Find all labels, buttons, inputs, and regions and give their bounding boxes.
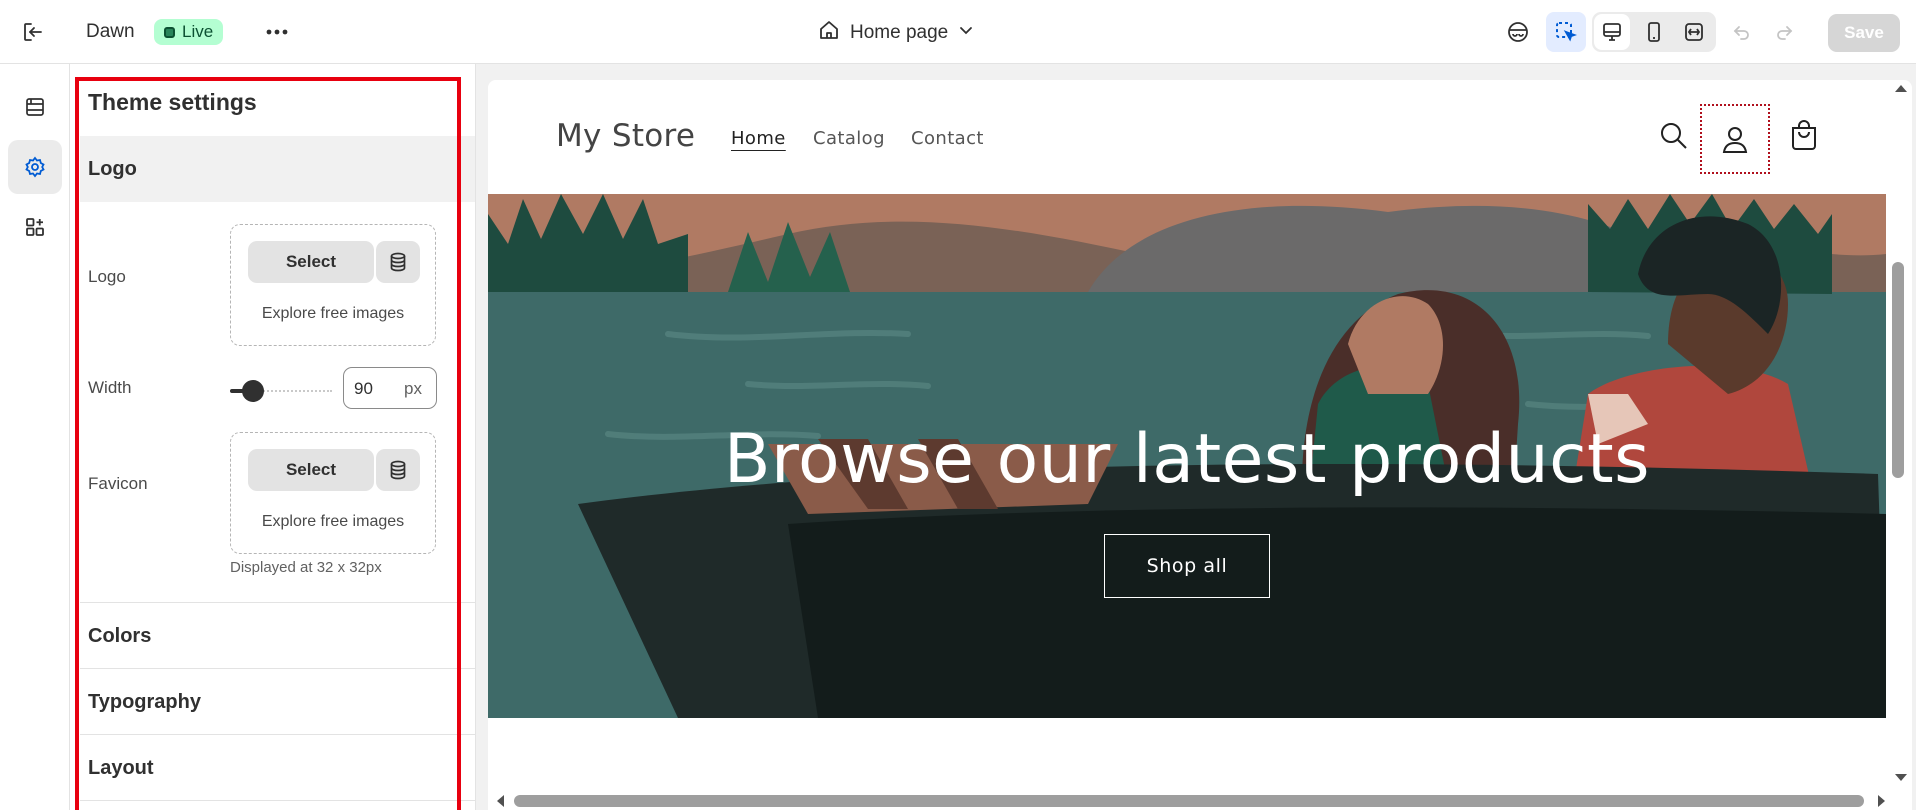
favicon-size-hint: Displayed at 32 x 32px	[230, 559, 382, 576]
storefront-preview: My Store Home Catalog Contact Browse our…	[488, 80, 1912, 810]
width-field-label: Width	[88, 378, 132, 397]
section-typography-label: Typography	[88, 690, 201, 713]
apps-icon[interactable]	[8, 200, 62, 254]
search-icon[interactable]	[1654, 116, 1694, 156]
favicon-picker: Select Explore free images	[230, 432, 436, 554]
editor-topbar: Dawn Live Home page Save	[0, 0, 1916, 64]
mobile-icon[interactable]	[1636, 14, 1672, 50]
section-typography[interactable]: Typography	[80, 669, 475, 735]
nav-catalog[interactable]: Catalog	[813, 128, 885, 149]
width-input-unit: px	[404, 379, 422, 398]
theme-name: Dawn	[86, 21, 135, 42]
theme-settings-panel: Theme settings Logo Logo Select Explore …	[70, 64, 476, 810]
store-header: My Store Home Catalog Contact	[488, 80, 1886, 194]
database-icon[interactable]	[376, 241, 420, 283]
redo-icon[interactable]	[1764, 12, 1804, 52]
undo-icon[interactable]	[1722, 12, 1762, 52]
section-layout-label: Layout	[88, 756, 154, 779]
fullscreen-icon[interactable]	[1676, 14, 1712, 50]
account-icon-highlight[interactable]	[1700, 104, 1770, 174]
page-selector[interactable]: Home page	[818, 19, 974, 47]
editor-rail	[0, 64, 70, 810]
width-slider[interactable]	[230, 380, 332, 402]
section-divider	[80, 800, 475, 801]
section-colors-label: Colors	[88, 624, 152, 647]
chevron-down-icon	[958, 22, 974, 44]
status-badge: Live	[154, 19, 224, 45]
logo-select-button[interactable]: Select	[248, 241, 374, 283]
more-horizontal-icon[interactable]	[264, 20, 290, 44]
logo-field-label: Logo	[88, 267, 126, 286]
panel-title: Theme settings	[88, 89, 257, 115]
preview-vertical-scroll-thumb[interactable]	[1892, 262, 1904, 478]
width-input-value: 90	[354, 379, 373, 398]
section-logo[interactable]: Logo	[80, 136, 475, 202]
store-logo-text[interactable]: My Store	[556, 118, 695, 154]
width-input[interactable]: 90 px	[343, 367, 437, 409]
width-slider-thumb[interactable]	[242, 380, 264, 402]
live-dot-icon	[164, 26, 175, 38]
home-icon	[818, 19, 840, 47]
inspector-icon[interactable]	[1498, 12, 1538, 52]
save-button[interactable]: Save	[1828, 14, 1900, 52]
favicon-select-button[interactable]: Select	[248, 449, 374, 491]
desktop-icon[interactable]	[1594, 14, 1630, 50]
nav-contact[interactable]: Contact	[911, 128, 984, 149]
section-logo-label: Logo	[88, 157, 137, 180]
hero-title: Browse our latest products	[723, 420, 1651, 499]
hero-banner: Browse our latest products Shop all	[488, 194, 1886, 718]
select-element-icon[interactable]	[1546, 12, 1586, 52]
logo-explore-images-link[interactable]: Explore free images	[231, 305, 435, 323]
horizontal-scroll-arrows-icon	[497, 795, 1885, 807]
cart-icon[interactable]	[1784, 116, 1824, 156]
database-icon[interactable]	[376, 449, 420, 491]
section-layout[interactable]: Layout	[80, 735, 475, 801]
section-colors[interactable]: Colors	[80, 603, 475, 669]
account-icon	[1722, 127, 1748, 153]
nav-home[interactable]: Home	[731, 128, 786, 149]
logo-picker: Select Explore free images	[230, 224, 436, 346]
status-badge-label: Live	[182, 22, 214, 41]
settings-icon[interactable]	[8, 140, 62, 194]
favicon-field-label: Favicon	[88, 474, 148, 493]
shop-all-button[interactable]: Shop all	[1104, 534, 1270, 598]
exit-icon[interactable]	[20, 19, 46, 45]
favicon-explore-images-link[interactable]: Explore free images	[231, 513, 435, 531]
width-slider-rest	[252, 390, 332, 392]
page-selector-label: Home page	[850, 22, 949, 43]
preview-device-toggle	[1592, 12, 1716, 52]
sections-icon[interactable]	[8, 80, 62, 134]
